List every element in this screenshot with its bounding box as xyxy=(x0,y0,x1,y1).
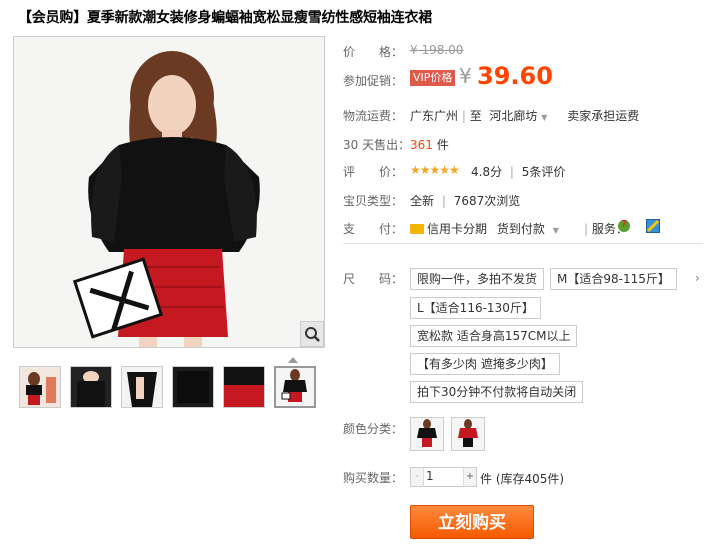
shipping-label: 物流运费： xyxy=(343,109,404,123)
size-label: 尺 码： xyxy=(343,272,404,286)
item-type-label: 宝贝类型： xyxy=(343,194,404,208)
thumbnail-image xyxy=(20,367,60,407)
thumbnail-image xyxy=(71,367,111,407)
ship-destination: 河北廊坊 xyxy=(489,109,538,123)
vip-price-tag: VIP价格 xyxy=(410,70,456,86)
color-option-red[interactable] xyxy=(451,417,485,451)
chevron-down-icon[interactable]: ▼ xyxy=(553,226,559,235)
size-option-m[interactable]: M【适合98-115斤】 xyxy=(550,268,677,290)
ship-destination-select[interactable]: 河北廊坊 ▼ xyxy=(486,109,548,123)
guarantee-icon[interactable] xyxy=(646,219,660,233)
size-option-1[interactable]: 限购一件，多拍不发货 xyxy=(410,268,545,290)
sales-label: 30 天售出： xyxy=(343,138,411,152)
rating-label: 评 价： xyxy=(343,165,404,179)
thumbnail-5[interactable] xyxy=(223,366,265,408)
size-option-l[interactable]: L【适合116-130斤】 xyxy=(410,297,541,319)
section-divider xyxy=(343,243,703,244)
price-label: 价 格： xyxy=(343,45,404,59)
ship-sep-text: 至 xyxy=(469,109,482,123)
quantity-increase-button[interactable]: + xyxy=(463,468,476,486)
size-option-auto-close[interactable]: 拍下30分钟不付款将自动关闭 xyxy=(410,381,584,403)
product-title: 【会员购】夏季新款潮女装修身蝙蝠袖宽松显瘦雪纺性感短袖连衣裙 xyxy=(18,10,432,26)
main-product-image[interactable] xyxy=(13,36,325,348)
original-price: ¥ 198.00 xyxy=(410,43,464,57)
item-condition: 全新 xyxy=(410,194,435,208)
sales-count: 361 xyxy=(410,138,433,152)
color-swatch-image xyxy=(452,418,484,450)
thumbnail-2[interactable] xyxy=(70,366,112,408)
zoom-button[interactable] xyxy=(300,321,324,347)
shipping-fee: 卖家承担运费 xyxy=(567,109,640,123)
thumbnail-image xyxy=(173,367,213,407)
chevron-right-icon[interactable]: › xyxy=(695,271,700,285)
magnifier-icon xyxy=(305,327,320,342)
rating-stars: ★★★★★ xyxy=(410,163,460,177)
quantity-label: 购买数量： xyxy=(343,471,404,485)
cod-option[interactable]: 货到付款 xyxy=(497,222,545,236)
thumbnail-4[interactable] xyxy=(172,366,214,408)
sales-unit: 件 xyxy=(436,138,449,152)
thumbnail-6[interactable] xyxy=(274,366,316,408)
ship-separator-bar: | xyxy=(461,109,466,123)
stock-text: 件 (库存405件) xyxy=(480,472,565,486)
item-views: 7687次浏览 xyxy=(453,194,521,208)
yen-symbol: ¥ xyxy=(459,64,472,88)
svg-text:7: 7 xyxy=(621,219,627,230)
thumbnail-1[interactable] xyxy=(19,366,61,408)
thumbnail-image xyxy=(276,368,314,406)
thumbnail-image xyxy=(122,367,162,407)
buy-now-button[interactable]: 立刻购买 xyxy=(410,505,534,539)
payment-label: 支 付： xyxy=(343,222,404,236)
thumbnail-image xyxy=(224,367,264,407)
size-option-loose-fit[interactable]: 宽松款 适合身高157CM以上 xyxy=(410,325,578,347)
item-separator: | xyxy=(441,194,446,208)
quantity-decrease-button[interactable]: - xyxy=(411,468,424,486)
thumbnail-selected-indicator xyxy=(288,357,298,363)
color-option-black[interactable] xyxy=(410,417,444,451)
promo-label: 参加促销： xyxy=(343,74,404,88)
rating-separator: | xyxy=(509,165,514,179)
service-separator: | xyxy=(584,222,589,236)
ship-from: 广东广州 xyxy=(410,109,459,123)
quantity-stepper: - 1 + xyxy=(410,467,477,487)
credit-card-icon xyxy=(410,224,424,234)
credit-installment[interactable]: 信用卡分期 xyxy=(427,222,487,236)
quantity-input[interactable]: 1 xyxy=(426,469,434,483)
reviews-link[interactable]: 5条评价 xyxy=(522,165,566,179)
seven-day-return-icon[interactable]: 7 xyxy=(616,217,632,233)
size-option-cover[interactable]: 【有多少肉 遮掩多少肉】 xyxy=(410,353,560,375)
rating-score: 4.8分 xyxy=(471,165,503,179)
model-photo xyxy=(14,37,324,347)
thumbnail-3[interactable] xyxy=(121,366,163,408)
promo-price: 39.60 xyxy=(477,62,553,90)
color-swatch-image xyxy=(411,418,443,450)
color-label: 颜色分类： xyxy=(343,422,404,436)
chevron-down-icon: ▼ xyxy=(541,113,548,122)
